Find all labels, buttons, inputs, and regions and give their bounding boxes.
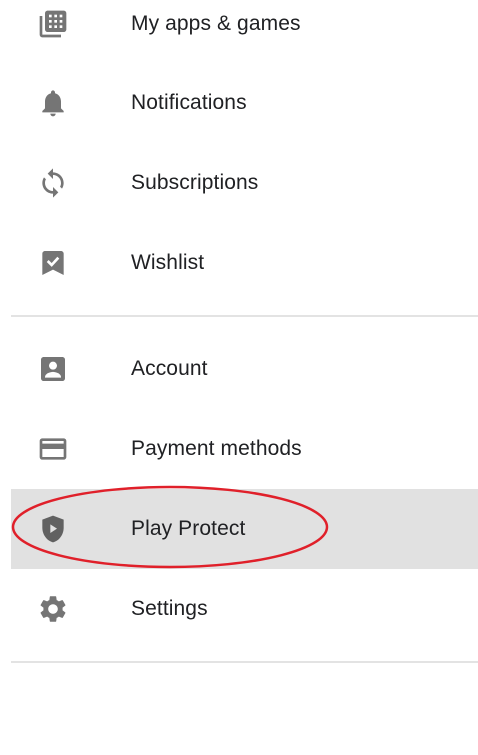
account-box-icon	[37, 353, 69, 385]
shield-play-icon	[37, 513, 69, 545]
menu-divider	[11, 315, 478, 317]
bell-icon	[37, 87, 69, 119]
apps-icon	[37, 8, 69, 40]
menu-divider	[11, 661, 478, 663]
menu-item-wishlist[interactable]: Wishlist	[11, 223, 478, 303]
menu-item-play-protect[interactable]: Play Protect	[11, 489, 478, 569]
menu-item-label: My apps & games	[131, 12, 301, 35]
menu-item-partial[interactable]	[11, 675, 478, 755]
menu-item-label: Wishlist	[131, 251, 205, 274]
bookmark-check-icon	[37, 247, 69, 279]
menu-item-account[interactable]: Account	[11, 329, 478, 409]
menu-item-settings[interactable]: Settings	[11, 569, 478, 649]
menu-item-my-apps-games[interactable]: My apps & games	[11, 0, 478, 64]
menu-item-notifications[interactable]: Notifications	[11, 63, 478, 143]
navigation-drawer-menu: My apps & games Notifications Subscripti…	[0, 0, 478, 698]
menu-item-label: Notifications	[131, 91, 247, 114]
menu-item-label: Payment methods	[131, 437, 302, 460]
menu-item-subscriptions[interactable]: Subscriptions	[11, 143, 478, 223]
gear-icon	[37, 593, 69, 625]
menu-item-label: Account	[131, 357, 208, 380]
refresh-icon	[37, 167, 69, 199]
menu-item-label: Play Protect	[131, 517, 246, 540]
menu-item-label: Settings	[131, 597, 208, 620]
menu-item-label: Subscriptions	[131, 171, 259, 194]
credit-card-icon	[37, 433, 69, 465]
menu-item-payment-methods[interactable]: Payment methods	[11, 409, 478, 489]
